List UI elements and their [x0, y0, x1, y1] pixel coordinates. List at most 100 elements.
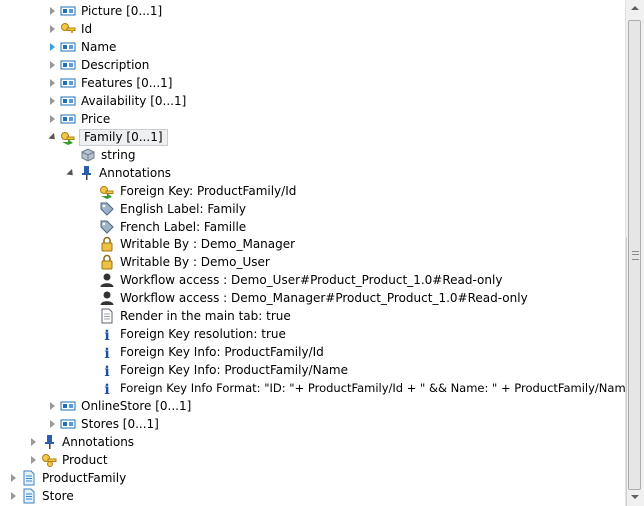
tree-node-label: string	[101, 148, 136, 162]
expand-toggle[interactable]	[48, 2, 57, 20]
expand-toggle[interactable]	[29, 433, 38, 451]
tree-node-label: Features [0...1]	[81, 76, 173, 90]
tag-icon	[100, 220, 114, 234]
tree-node-label: Writable By : Demo_User	[120, 255, 270, 269]
tree-node-label: Description	[81, 58, 150, 72]
annotation-workflow-manager[interactable]: Workflow access : Demo_Manager#Product_P…	[99, 289, 528, 307]
element-icon	[60, 42, 76, 52]
tree-node-availability[interactable]: Availability [0...1]	[48, 92, 186, 110]
tree-node-label: English Label: Family	[120, 202, 246, 216]
expand-toggle[interactable]	[48, 110, 57, 128]
svg-text:i: i	[104, 328, 109, 342]
annotation-fk-info-id[interactable]: i Foreign Key Info: ProductFamily/Id	[99, 343, 324, 361]
tree-node-product-key[interactable]: Product	[29, 451, 108, 469]
expand-toggle[interactable]	[48, 38, 57, 56]
tree-node-label: Render in the main tab: true	[120, 309, 291, 323]
expand-toggle[interactable]	[29, 451, 38, 469]
user-icon	[100, 291, 114, 305]
info-icon: i	[104, 364, 109, 378]
tree-node-label: Picture [0...1]	[81, 4, 163, 18]
svg-text:i: i	[104, 382, 109, 396]
user-icon	[100, 273, 114, 287]
schema-tree: Picture [0...1] Id Name Description Feat…	[0, 0, 625, 506]
vertical-scrollbar[interactable]	[625, 0, 644, 506]
tree-node-label: Foreign Key resolution: true	[120, 327, 286, 341]
tree-node-productfamily[interactable]: ProductFamily	[9, 469, 126, 487]
annotation-fk-info-format[interactable]: i Foreign Key Info Format: "ID: "+ Produ…	[99, 379, 625, 397]
key-icon	[61, 23, 76, 33]
tree-node-stores[interactable]: Stores [0...1]	[48, 415, 159, 433]
expand-toggle[interactable]	[48, 20, 57, 38]
tree-node-label: Foreign Key: ProductFamily/Id	[120, 184, 297, 198]
expand-toggle[interactable]	[48, 74, 57, 92]
tag-icon	[100, 202, 114, 216]
expand-toggle[interactable]	[48, 397, 57, 415]
tree-node-label: Product	[62, 453, 108, 467]
element-icon	[60, 401, 76, 411]
tree-node-label: Annotations	[62, 435, 135, 449]
expand-toggle[interactable]	[48, 92, 57, 110]
tree-node-label: French Label: Famille	[120, 220, 247, 234]
page-icon	[23, 488, 35, 504]
expand-toggle[interactable]	[9, 469, 18, 487]
pin-icon	[82, 166, 91, 180]
expand-toggle[interactable]	[48, 56, 57, 74]
annotation-french-label[interactable]: French Label: Famille	[99, 218, 246, 236]
info-icon: i	[104, 382, 109, 396]
tree-node-label: Foreign Key Info: ProductFamily/Id	[120, 345, 324, 359]
info-icon: i	[104, 328, 109, 342]
tree-node-description[interactable]: Description	[48, 56, 149, 74]
foreign-key-icon	[100, 186, 114, 199]
tree-node-annotations-root[interactable]: Annotations	[29, 433, 134, 451]
scroll-down-arrow-icon[interactable]	[626, 489, 644, 506]
tree-node-annotations[interactable]: Annotations	[66, 164, 171, 182]
tree-node-label: ProductFamily	[42, 471, 127, 485]
tree-node-label: Id	[81, 22, 93, 36]
tree-node-label: Foreign Key Info Format: "ID: "+ Product…	[120, 381, 625, 395]
scrollbar-thumb[interactable]	[628, 20, 641, 490]
type-icon	[81, 148, 95, 162]
tree-node-features[interactable]: Features [0...1]	[48, 74, 173, 92]
tree-node-label: Writable By : Demo_Manager	[120, 237, 296, 251]
collapse-toggle[interactable]	[48, 128, 57, 146]
tree-node-id[interactable]: Id	[48, 20, 92, 38]
tree-node-label: Foreign Key Info: ProductFamily/Name	[120, 363, 348, 377]
tree-node-label: Stores [0...1]	[81, 417, 159, 431]
tree-node-price[interactable]: Price	[48, 110, 110, 128]
annotation-fk-resolution[interactable]: i Foreign Key resolution: true	[99, 325, 286, 343]
divider	[626, 237, 627, 506]
foreign-key-icon	[61, 132, 75, 145]
annotation-fk-info-name[interactable]: i Foreign Key Info: ProductFamily/Name	[99, 361, 348, 379]
lock-icon	[101, 236, 113, 252]
tree-node-label: Name	[81, 40, 117, 54]
annotation-writable-manager[interactable]: Writable By : Demo_Manager	[99, 235, 295, 253]
annotation-render-main-tab[interactable]: Render in the main tab: true	[99, 307, 291, 325]
page-icon	[23, 470, 35, 486]
tree-node-name[interactable]: Name	[48, 38, 116, 56]
annotation-foreign-key[interactable]: Foreign Key: ProductFamily/Id	[99, 182, 296, 200]
expand-toggle[interactable]	[9, 487, 18, 505]
tree-node-picture[interactable]: Picture [0...1]	[48, 2, 162, 20]
tree-node-string-type[interactable]: string	[80, 146, 135, 164]
tree-node-store[interactable]: Store	[9, 487, 74, 505]
pin-icon	[45, 435, 54, 449]
element-icon	[60, 114, 76, 124]
element-icon	[60, 419, 76, 429]
annotation-workflow-user[interactable]: Workflow access : Demo_User#Product_Prod…	[99, 271, 502, 289]
tree-node-onlinestore[interactable]: OnlineStore [0...1]	[48, 397, 191, 415]
scroll-up-arrow-icon[interactable]	[626, 0, 644, 17]
expand-toggle[interactable]	[48, 415, 57, 433]
tree-node-label: Workflow access : Demo_Manager#Product_P…	[120, 291, 528, 305]
element-icon	[60, 6, 76, 16]
tree-node-label: Family [0...1]	[79, 128, 168, 146]
tree-node-label: Workflow access : Demo_User#Product_Prod…	[120, 273, 503, 287]
annotation-writable-user[interactable]: Writable By : Demo_User	[99, 253, 270, 271]
annotation-english-label[interactable]: English Label: Family	[99, 200, 246, 218]
lock-icon	[101, 254, 113, 270]
element-icon	[60, 60, 76, 70]
collapse-toggle[interactable]	[66, 164, 75, 182]
element-icon	[60, 78, 76, 88]
tree-node-label: Price	[81, 112, 111, 126]
svg-text:i: i	[104, 346, 109, 360]
tree-node-family[interactable]: Family [0...1]	[48, 128, 168, 146]
